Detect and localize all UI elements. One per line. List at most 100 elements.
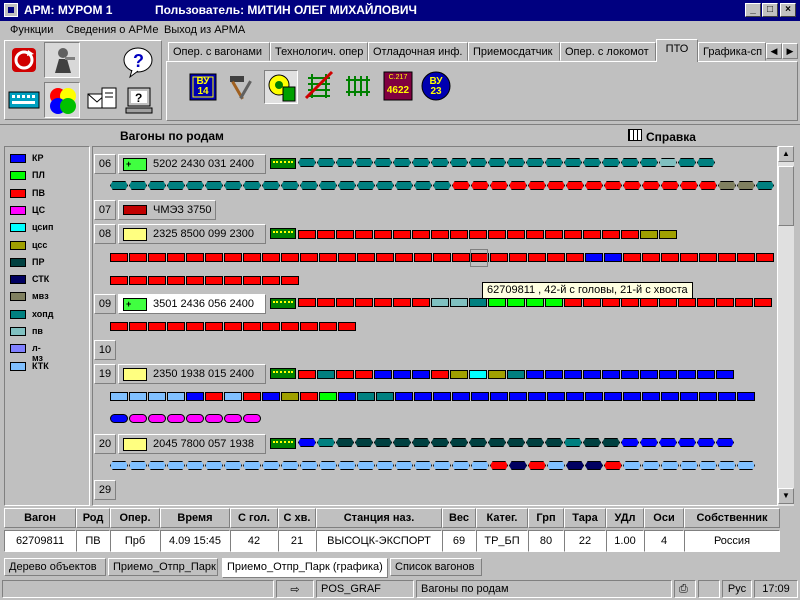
- wagon[interactable]: [129, 392, 147, 401]
- locomotive[interactable]: [270, 158, 296, 169]
- wagon[interactable]: [224, 181, 242, 190]
- wagon[interactable]: [623, 461, 641, 470]
- wagon[interactable]: [507, 370, 525, 379]
- wagon[interactable]: [604, 253, 622, 262]
- grid-icon[interactable]: [628, 129, 642, 141]
- wagon[interactable]: [319, 392, 337, 401]
- rail-track-icon[interactable]: [342, 70, 374, 102]
- wagon[interactable]: [148, 253, 166, 262]
- tab-scroll-left[interactable]: ◀: [766, 43, 782, 59]
- wagon[interactable]: [412, 438, 430, 447]
- wagon[interactable]: [450, 438, 468, 447]
- wagon[interactable]: [566, 253, 584, 262]
- wagon[interactable]: [243, 276, 261, 285]
- wagon[interactable]: [243, 181, 261, 190]
- wagon[interactable]: [680, 461, 698, 470]
- wagon[interactable]: [393, 370, 411, 379]
- wagon[interactable]: [452, 392, 470, 401]
- wagon[interactable]: [298, 158, 316, 167]
- wagon[interactable]: [545, 158, 563, 167]
- wagon[interactable]: [110, 322, 128, 331]
- menu-exit[interactable]: Выход из АРМА: [164, 24, 245, 36]
- wagon[interactable]: [167, 276, 185, 285]
- wagon[interactable]: [621, 370, 639, 379]
- btab-park[interactable]: Приемо_Отпр_Парк: [108, 558, 218, 576]
- refresh-red-icon[interactable]: [6, 42, 42, 78]
- vu23-icon[interactable]: ВУ 23: [420, 70, 452, 102]
- keyboard-icon[interactable]: [6, 82, 42, 118]
- wagon[interactable]: [186, 461, 204, 470]
- wagon[interactable]: [224, 276, 242, 285]
- wagon[interactable]: [317, 230, 335, 239]
- wagon[interactable]: [281, 253, 299, 262]
- wagon[interactable]: [545, 438, 563, 447]
- track-number[interactable]: 06: [94, 154, 116, 174]
- track-number[interactable]: 07: [94, 200, 116, 220]
- wagon[interactable]: [129, 276, 147, 285]
- wagon[interactable]: [566, 392, 584, 401]
- wagon[interactable]: [376, 253, 394, 262]
- wagon[interactable]: [281, 461, 299, 470]
- wagon[interactable]: [110, 461, 128, 470]
- wagon[interactable]: [697, 438, 715, 447]
- wagon[interactable]: [564, 438, 582, 447]
- wagon[interactable]: [224, 461, 242, 470]
- wagon[interactable]: [431, 438, 449, 447]
- wagon[interactable]: [697, 370, 715, 379]
- wagon[interactable]: [507, 230, 525, 239]
- wagon[interactable]: [431, 298, 449, 307]
- wagon[interactable]: [621, 158, 639, 167]
- worker-icon[interactable]: [44, 42, 80, 78]
- wagon[interactable]: [604, 392, 622, 401]
- locomotive[interactable]: [270, 368, 296, 379]
- wagon[interactable]: [602, 438, 620, 447]
- minimize-button[interactable]: _: [745, 3, 761, 17]
- wagon[interactable]: [507, 298, 525, 307]
- wagon[interactable]: [585, 392, 603, 401]
- wagon[interactable]: [697, 298, 715, 307]
- wagon[interactable]: [452, 253, 470, 262]
- wagon[interactable]: [317, 438, 335, 447]
- wagon[interactable]: [699, 392, 717, 401]
- wagon[interactable]: [528, 181, 546, 190]
- wagon[interactable]: [414, 461, 432, 470]
- btab-park-graphics[interactable]: Приемо_Отпр_Парк (графика): [222, 558, 388, 578]
- wagon[interactable]: [509, 461, 527, 470]
- wagon[interactable]: [756, 253, 774, 262]
- wagon[interactable]: [281, 276, 299, 285]
- wagon[interactable]: [355, 438, 373, 447]
- wagon[interactable]: [680, 253, 698, 262]
- wagon[interactable]: [110, 276, 128, 285]
- wagon[interactable]: [319, 322, 337, 331]
- wagon[interactable]: [300, 392, 318, 401]
- wagon[interactable]: [545, 370, 563, 379]
- track-number[interactable]: 08: [94, 224, 116, 244]
- wagon[interactable]: [393, 438, 411, 447]
- wagon[interactable]: [547, 392, 565, 401]
- wagon[interactable]: [583, 438, 601, 447]
- train-header[interactable]: +5202 2430 031 2400: [118, 154, 266, 174]
- wagon[interactable]: [602, 158, 620, 167]
- wagon[interactable]: [298, 370, 316, 379]
- wagon[interactable]: [338, 392, 356, 401]
- wagon[interactable]: [357, 461, 375, 470]
- wagon[interactable]: [300, 253, 318, 262]
- wagon[interactable]: [148, 322, 166, 331]
- wagon[interactable]: [433, 461, 451, 470]
- wagon[interactable]: [547, 253, 565, 262]
- wagon[interactable]: [490, 181, 508, 190]
- wagon[interactable]: [224, 253, 242, 262]
- documents-icon[interactable]: [84, 82, 120, 118]
- wagon[interactable]: [338, 322, 356, 331]
- wagon[interactable]: [148, 414, 166, 423]
- crossed-rail-icon[interactable]: [304, 70, 336, 102]
- wagon[interactable]: [490, 253, 508, 262]
- wagon[interactable]: [148, 181, 166, 190]
- tab-tech-ops[interactable]: Технологич. опер: [270, 42, 368, 61]
- wagon[interactable]: [566, 181, 584, 190]
- wagon[interactable]: [319, 461, 337, 470]
- wagon[interactable]: [737, 253, 755, 262]
- title-bar[interactable]: АРМ: МУРОМ 1 Пользователь: МИТИН ОЛЕГ МИ…: [0, 0, 800, 21]
- wagon[interactable]: [488, 158, 506, 167]
- wagon[interactable]: [640, 438, 658, 447]
